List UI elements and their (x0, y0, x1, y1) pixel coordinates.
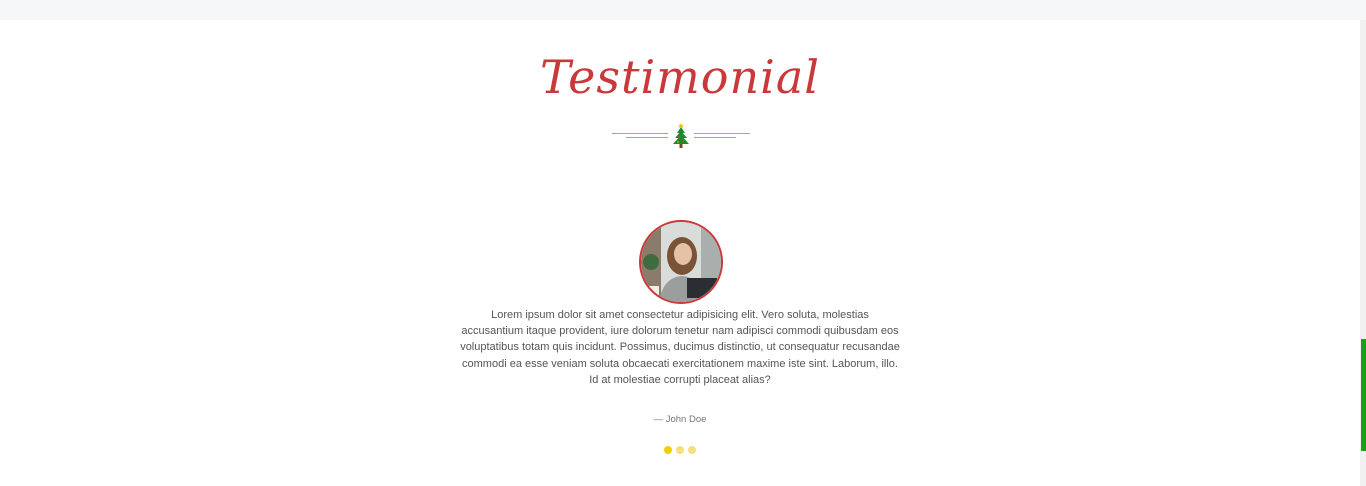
section-title: Testimonial (540, 50, 820, 104)
carousel-dot-3[interactable] (688, 446, 696, 454)
divider-line-right-top (694, 133, 750, 134)
top-bar (0, 0, 1366, 20)
divider-line-left-top (612, 133, 668, 134)
carousel-dots (664, 446, 696, 456)
divider-line-right-bottom (694, 137, 736, 138)
divider-line-left-bottom (626, 137, 668, 138)
scrollbar-thumb[interactable] (1361, 339, 1366, 451)
christmas-tree-icon (669, 122, 693, 150)
carousel-dot-1[interactable] (664, 446, 672, 454)
testimonial-section: Testimonial Lorem ipsum dolor sit amet c… (0, 20, 1360, 486)
testimonial-author: — John Doe (653, 414, 707, 425)
carousel-dot-2[interactable] (676, 446, 684, 454)
author-avatar (639, 220, 723, 304)
title-divider (612, 122, 750, 150)
testimonial-quote: Lorem ipsum dolor sit amet consectetur a… (460, 309, 900, 386)
